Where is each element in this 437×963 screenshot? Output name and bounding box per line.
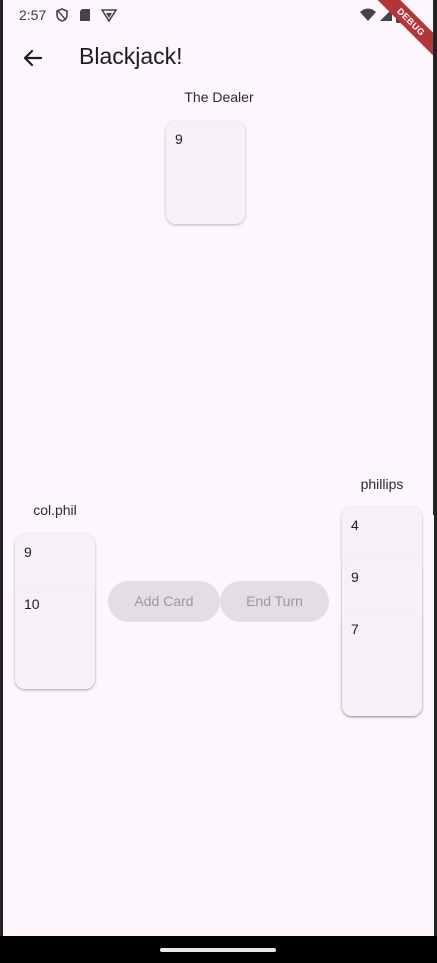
player-hand-phillips: 4 9 7 xyxy=(342,507,422,716)
card-value: 9 xyxy=(351,569,359,585)
window-edge xyxy=(433,0,434,515)
add-card-button[interactable]: Add Card xyxy=(108,581,220,622)
card-value: 4 xyxy=(351,517,359,533)
home-gesture-handle[interactable] xyxy=(160,948,276,952)
end-turn-button[interactable]: End Turn xyxy=(220,581,329,622)
dealer-name: The Dealer xyxy=(184,89,254,105)
card-value: 10 xyxy=(24,596,40,612)
dealer-hand: 9 xyxy=(166,121,245,224)
dealer-card: 9 xyxy=(166,121,245,224)
player-name-phillips: phillips xyxy=(360,476,404,492)
status-time: 2:57 xyxy=(19,7,47,23)
arrow-back-icon xyxy=(23,49,43,67)
status-bar: 2:57 xyxy=(3,0,434,30)
wifi-icon xyxy=(360,8,376,21)
player-card: 7 xyxy=(342,611,422,716)
player-hand-col-phil: 9 10 xyxy=(15,534,95,689)
back-button[interactable] xyxy=(19,44,47,72)
card-value: 7 xyxy=(351,621,359,637)
shield-icon xyxy=(56,8,68,22)
page-title: Blackjack! xyxy=(79,43,183,69)
player-name-col-phil: col.phil xyxy=(33,502,77,518)
app-screen: 2:57 DEBUG Blackjack! The Dealer 9 col.p… xyxy=(3,0,434,936)
sd-card-icon xyxy=(80,9,90,21)
navigation-bar xyxy=(0,936,437,963)
card-value: 9 xyxy=(175,131,183,147)
card-value: 9 xyxy=(24,544,32,560)
player-card: 10 xyxy=(15,586,95,689)
vpn-icon xyxy=(101,9,117,22)
